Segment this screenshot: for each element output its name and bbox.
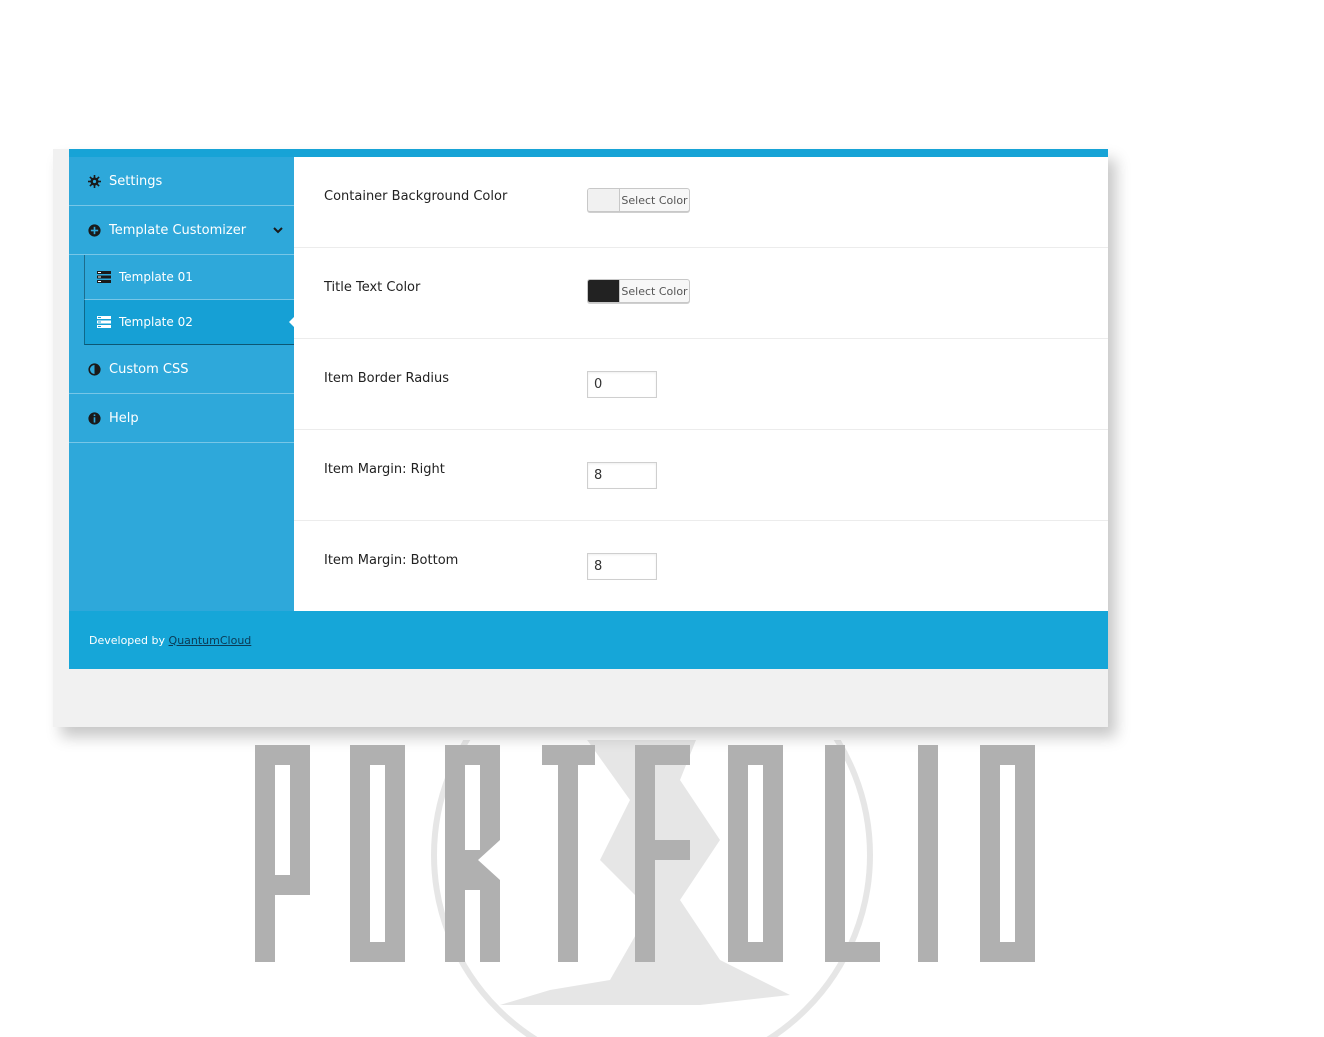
footer: Developed by QuantumCloud: [69, 611, 1108, 669]
footer-prefix: Developed by: [89, 633, 169, 647]
setting-row-margin-bottom: Item Margin: Bottom: [294, 521, 1108, 611]
sidebar-item-settings[interactable]: Settings: [69, 157, 294, 206]
setting-label: Item Margin: Bottom: [324, 553, 459, 568]
sidebar-item-label: Template Customizer: [109, 222, 247, 238]
plugin-settings-app: Settings Template Customizer Template 01…: [69, 149, 1108, 669]
sidebar-subitem-label: Template 01: [119, 270, 193, 284]
select-color-label: Select Color: [621, 284, 688, 298]
sidebar-subitem-label: Template 02: [119, 315, 193, 329]
quantumcloud-link[interactable]: QuantumCloud: [169, 634, 252, 647]
setting-label: Item Border Radius: [324, 371, 450, 386]
setting-row-border-radius: Item Border Radius: [294, 339, 1108, 430]
watermark-letters: [255, 745, 1035, 962]
half-circle-icon: [87, 362, 101, 376]
margin-bottom-input[interactable]: [587, 553, 657, 580]
top-accent-strip: [69, 149, 1108, 157]
margin-right-input[interactable]: [587, 462, 657, 489]
footer-credit: Developed by QuantumCloud: [89, 634, 251, 647]
sidebar-item-help[interactable]: Help: [69, 394, 294, 443]
color-swatch: [588, 189, 620, 211]
select-color-label: Select Color: [621, 193, 688, 207]
chevron-down-icon: [272, 224, 284, 236]
sidebar-subitem-template-01[interactable]: Template 01: [84, 255, 294, 300]
sidebar-item-label: Custom CSS: [109, 361, 189, 377]
setting-label: Title Text Color: [324, 280, 421, 295]
setting-label: Item Margin: Right: [324, 462, 445, 477]
list-icon: [97, 271, 111, 283]
list-icon: [97, 316, 111, 328]
sidebar-item-label: Help: [109, 410, 139, 426]
sidebar-item-template-customizer[interactable]: Template Customizer: [69, 206, 294, 255]
container-bg-color-picker[interactable]: Select Color: [587, 188, 690, 212]
sidebar: Settings Template Customizer Template 01…: [69, 157, 295, 611]
color-swatch: [588, 280, 620, 302]
settings-content: Container Background Color Select Color …: [294, 157, 1108, 611]
setting-row-margin-right: Item Margin: Right: [294, 430, 1108, 521]
setting-row-title-text-color: Title Text Color Select Color: [294, 248, 1108, 339]
title-text-color-picker[interactable]: Select Color: [587, 279, 690, 303]
setting-row-container-bg: Container Background Color Select Color: [294, 157, 1108, 248]
border-radius-input[interactable]: [587, 371, 657, 398]
sidebar-item-label: Settings: [109, 173, 163, 189]
plus-circle-icon: [87, 223, 101, 237]
info-icon: [87, 411, 101, 425]
portfolio-watermark-logo: [255, 740, 1035, 1037]
sidebar-subitem-template-02[interactable]: Template 02: [84, 300, 295, 345]
sidebar-item-custom-css[interactable]: Custom CSS: [69, 345, 294, 394]
setting-label: Container Background Color: [324, 189, 508, 204]
gear-icon: [87, 174, 101, 188]
screenshot-stage: Settings Template Customizer Template 01…: [0, 0, 1324, 1037]
